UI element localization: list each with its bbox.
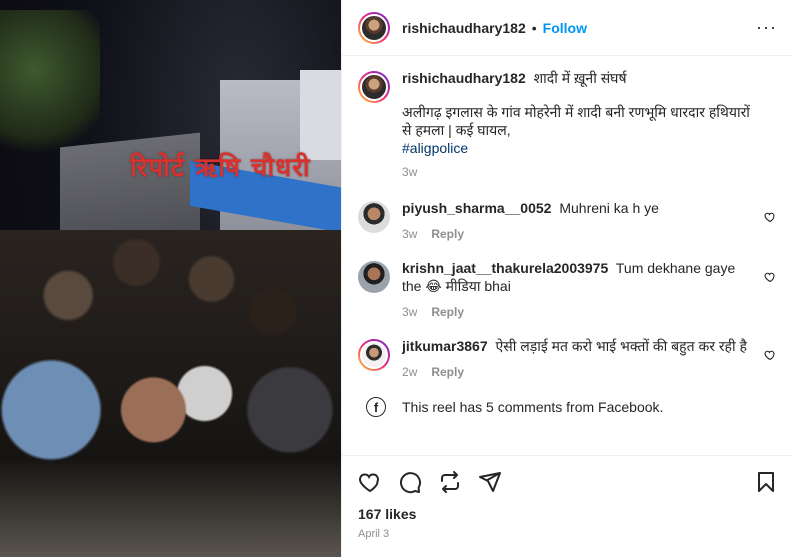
repost-icon[interactable] — [438, 470, 462, 494]
comment-time: 2w — [402, 365, 418, 379]
facebook-note-text: This reel has 5 comments from Facebook. — [402, 399, 664, 415]
comment-time: 3w — [402, 305, 418, 319]
heart-icon[interactable] — [764, 271, 776, 283]
caption-text: अलीगढ़ इगलास के गांव मोहरेनी में शादी बन… — [402, 104, 750, 138]
comment-item: jitkumar3867 ऐसी लड़ाई मत करो भाई भक्तों… — [358, 337, 778, 379]
video-watermark: रिपोर्ट ऋषि चौधरी — [130, 153, 311, 183]
caption-title: शादी में ख़ूनी संघर्ष — [533, 70, 627, 86]
post-panel: rishichaudhary182 • Follow ··· rishichau… — [341, 0, 793, 557]
comment-username[interactable]: piyush_sharma__0052 — [402, 200, 551, 216]
share-icon[interactable] — [478, 470, 502, 494]
comment-text: ऐसी लड़ाई मत करो भाई भक्तों की बहुत कर र… — [495, 338, 747, 354]
reply-button[interactable]: Reply — [431, 365, 464, 379]
comment-item: piyush_sharma__0052 Muhreni ka h ye 3w R… — [358, 199, 778, 241]
video-building — [300, 70, 341, 160]
facebook-comments-note: f This reel has 5 comments from Facebook… — [358, 397, 778, 417]
separator-dot: • — [531, 19, 537, 36]
post-header: rishichaudhary182 • Follow ··· — [342, 0, 793, 56]
like-heart-icon[interactable] — [358, 470, 382, 494]
likes-count[interactable]: 167 likes — [358, 506, 778, 522]
comment-item: krishn_jaat__thakurela2003975 Tum dekhan… — [358, 259, 778, 319]
caption-username[interactable]: rishichaudhary182 — [402, 70, 526, 86]
video-crowd — [0, 230, 341, 557]
comment-time: 3w — [402, 227, 418, 241]
caption: rishichaudhary182 शादी में ख़ूनी संघर्ष … — [358, 69, 778, 179]
heart-icon[interactable] — [764, 349, 776, 361]
reel-video[interactable]: रिपोर्ट ऋषि चौधरी — [0, 0, 341, 557]
comment-username[interactable]: jitkumar3867 — [402, 338, 488, 354]
commenter-avatar[interactable] — [358, 201, 390, 233]
comment-text: Muhreni ka h ye — [559, 200, 659, 216]
save-bookmark-icon[interactable] — [754, 470, 778, 494]
comments-list[interactable]: rishichaudhary182 शादी में ख़ूनी संघर्ष … — [342, 57, 793, 447]
video-tree — [0, 10, 100, 160]
commenter-avatar[interactable] — [358, 339, 390, 371]
post-date: April 3 — [358, 528, 390, 540]
author-username[interactable]: rishichaudhary182 — [402, 20, 526, 36]
reply-button[interactable]: Reply — [431, 227, 464, 241]
author-avatar[interactable] — [358, 71, 390, 103]
caption-hashtag[interactable]: #aligpolice — [402, 139, 750, 157]
reply-button[interactable]: Reply — [431, 305, 464, 319]
comment-icon[interactable] — [398, 470, 422, 494]
comment-username[interactable]: krishn_jaat__thakurela2003975 — [402, 260, 608, 276]
more-options-icon[interactable]: ··· — [756, 17, 777, 38]
author-avatar[interactable] — [358, 11, 390, 44]
follow-button[interactable]: Follow — [543, 20, 587, 36]
caption-time: 3w — [402, 165, 418, 179]
post-actions: 167 likes April 3 — [342, 455, 793, 557]
commenter-avatar[interactable] — [358, 261, 390, 293]
heart-icon[interactable] — [764, 211, 776, 223]
facebook-icon: f — [366, 397, 386, 417]
